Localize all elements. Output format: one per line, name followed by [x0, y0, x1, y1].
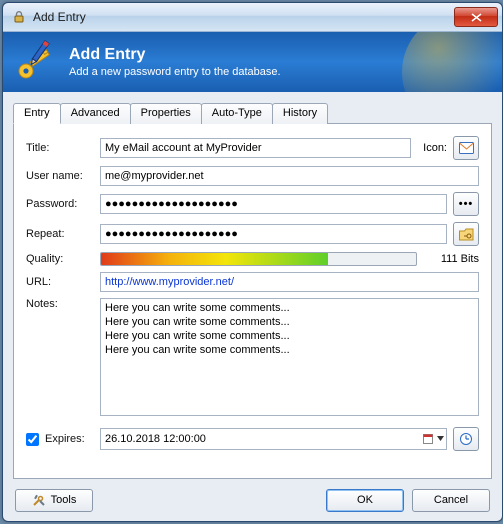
- password-generator-button[interactable]: [453, 222, 479, 246]
- tab-autotype[interactable]: Auto-Type: [201, 103, 273, 124]
- quality-meter: [100, 252, 417, 266]
- tab-panel-entry: Title: Icon: User name: Password: ••• R: [13, 123, 492, 479]
- label-title: Title:: [26, 142, 100, 154]
- label-quality: Quality:: [26, 253, 100, 265]
- dialog-title: Add Entry: [69, 46, 281, 64]
- calendar-dropdown-icon[interactable]: [423, 433, 444, 445]
- expires-checkbox[interactable]: [26, 433, 39, 446]
- dialog-header: Add Entry Add a new password entry to th…: [3, 32, 502, 92]
- tab-strip: Entry Advanced Properties Auto-Type Hist…: [13, 103, 492, 124]
- icon-picker-button[interactable]: [453, 136, 479, 160]
- label-repeat: Repeat:: [26, 228, 100, 240]
- dialog-body: Entry Advanced Properties Auto-Type Hist…: [3, 92, 502, 479]
- label-url: URL:: [26, 276, 100, 288]
- tab-properties[interactable]: Properties: [130, 103, 202, 124]
- repeat-password-input[interactable]: [100, 224, 447, 244]
- reveal-password-button[interactable]: •••: [453, 192, 479, 216]
- tools-button[interactable]: Tools: [15, 489, 93, 512]
- dialog-subtitle: Add a new password entry to the database…: [69, 66, 281, 78]
- notes-textarea[interactable]: [100, 298, 479, 416]
- envelope-icon: [459, 142, 474, 154]
- quality-bits: 111 Bits: [427, 253, 479, 265]
- ok-button[interactable]: OK: [326, 489, 404, 512]
- close-button[interactable]: [454, 7, 498, 27]
- tools-button-label: Tools: [51, 494, 77, 506]
- titlebar[interactable]: Add Entry: [3, 3, 502, 32]
- expires-datetime-picker[interactable]: 26.10.2018 12:00:00: [100, 428, 447, 450]
- expires-presets-button[interactable]: [453, 427, 479, 451]
- tools-icon: [32, 493, 46, 507]
- expires-value: 26.10.2018 12:00:00: [105, 433, 206, 445]
- cancel-button[interactable]: Cancel: [412, 489, 490, 512]
- key-pencil-icon: [13, 40, 57, 84]
- quality-meter-fill: [101, 253, 328, 265]
- password-input[interactable]: [100, 194, 447, 214]
- label-password: Password:: [26, 198, 100, 210]
- label-username: User name:: [26, 170, 100, 182]
- url-input[interactable]: [100, 272, 479, 292]
- close-icon: [471, 13, 482, 22]
- window-title: Add Entry: [33, 10, 454, 24]
- dialog-footer: Tools OK Cancel: [3, 479, 502, 521]
- label-icon: Icon:: [423, 142, 447, 154]
- label-notes: Notes:: [26, 298, 100, 310]
- tab-history[interactable]: History: [272, 103, 328, 124]
- folder-key-icon: [459, 228, 474, 241]
- clock-icon: [459, 432, 473, 446]
- label-expires: Expires:: [45, 433, 85, 445]
- dialog-window: Add Entry Add Entry Ad: [2, 2, 503, 522]
- username-input[interactable]: [100, 166, 479, 186]
- tab-advanced[interactable]: Advanced: [60, 103, 131, 124]
- title-input[interactable]: [100, 138, 411, 158]
- tab-entry[interactable]: Entry: [13, 103, 61, 124]
- dots-icon: •••: [459, 198, 474, 210]
- lock-icon: [11, 9, 27, 25]
